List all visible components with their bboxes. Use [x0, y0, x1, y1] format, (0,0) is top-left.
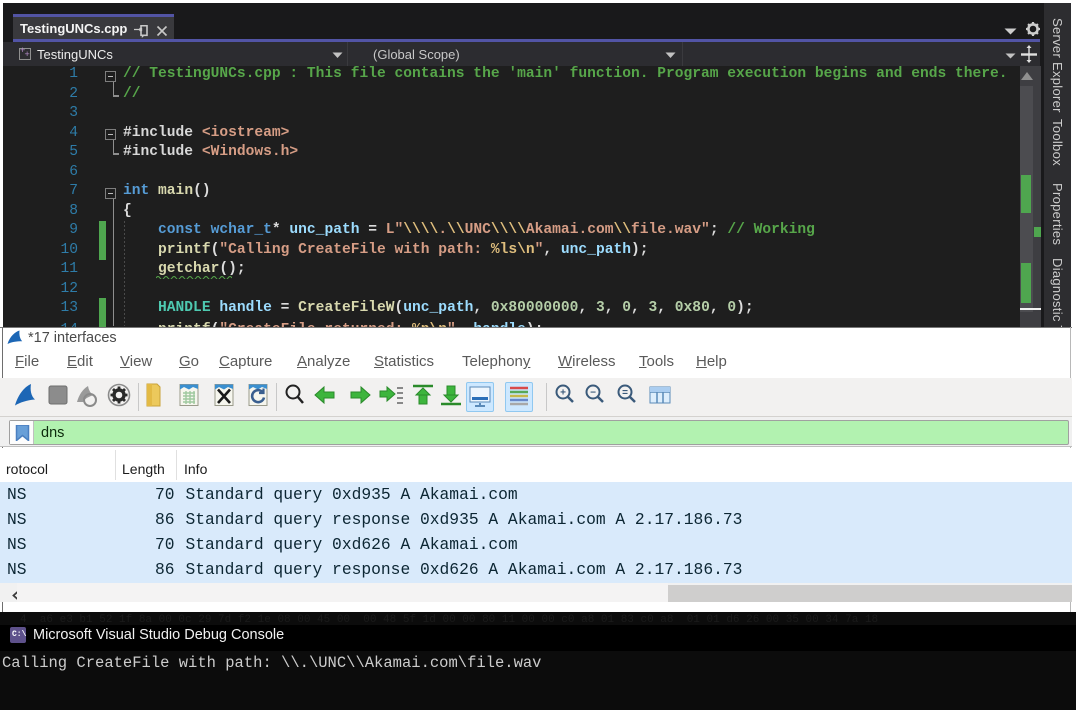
svg-text:+: +: [560, 388, 566, 399]
svg-text:−: −: [590, 388, 596, 399]
svg-text:=: =: [622, 388, 628, 399]
